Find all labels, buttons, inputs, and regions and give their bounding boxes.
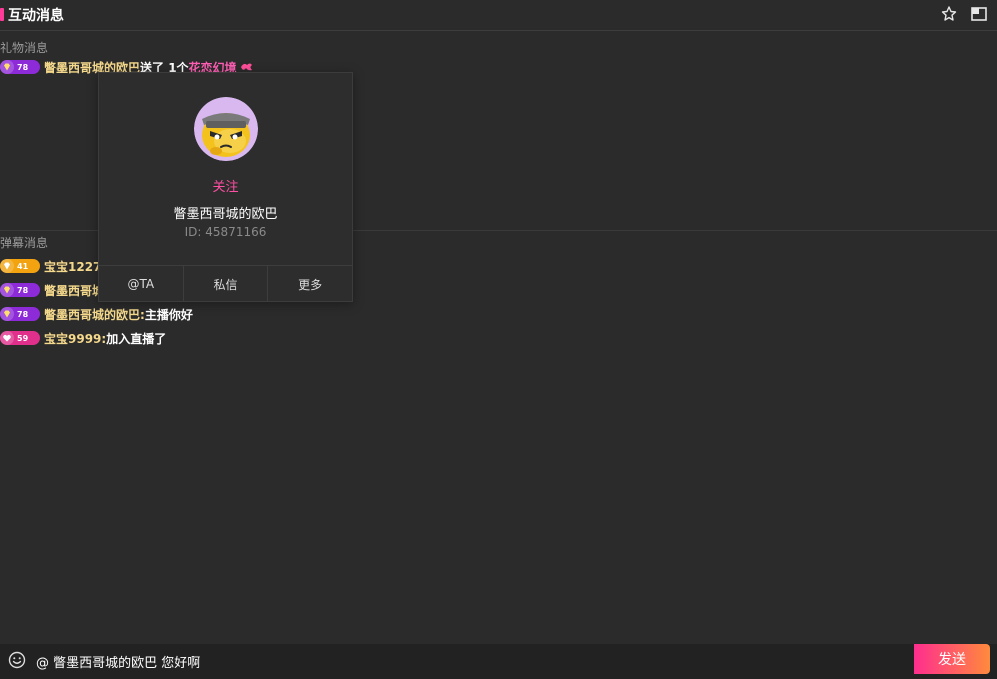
diamond-icon <box>0 259 14 273</box>
danmu-message: 78 瞥墨西哥城 <box>0 281 104 299</box>
chat-input-bar: 发送 <box>0 644 997 679</box>
more-button[interactable]: 更多 <box>267 266 352 302</box>
level-number: 41 <box>17 261 29 271</box>
diamond-icon <box>0 60 14 74</box>
level-number: 78 <box>17 285 29 295</box>
mention-button[interactable]: @TA <box>99 266 183 302</box>
diamond-icon <box>0 283 14 297</box>
danmu-section-label: 弹幕消息 <box>0 236 49 250</box>
level-number: 59 <box>17 333 29 343</box>
message-username[interactable]: 宝宝1227 <box>44 258 101 275</box>
level-badge: 78 <box>0 283 40 297</box>
danmu-message: 59 宝宝9999: 加入直播了 <box>0 329 166 347</box>
message-text: 加入直播了 <box>106 331 167 346</box>
title-accent-bar <box>0 8 4 21</box>
panel-header: 互动消息 <box>0 0 997 31</box>
danmu-message: 41 宝宝1227 <box>0 257 101 275</box>
private-message-button[interactable]: 私信 <box>182 266 268 302</box>
level-number: 78 <box>17 309 29 319</box>
chat-input[interactable] <box>34 649 908 673</box>
profile-id: ID: 45871166 <box>184 225 267 239</box>
heart-icon <box>0 331 14 345</box>
level-number: 78 <box>17 62 29 72</box>
message-text: 主播你好 <box>144 307 193 322</box>
danmu-message: 78 瞥墨西哥城的欧巴: 主播你好 <box>0 305 193 323</box>
avatar[interactable] <box>194 97 258 161</box>
message-username[interactable]: 宝宝9999: <box>44 330 106 347</box>
level-badge: 41 <box>0 259 40 273</box>
panel-title: 互动消息 <box>8 8 64 24</box>
send-button[interactable]: 发送 <box>914 644 990 674</box>
user-profile-popup: 关注 瞥墨西哥城的欧巴 ID: 45871166 @TA 私信 更多 <box>98 72 353 302</box>
window-icon[interactable] <box>970 5 988 23</box>
diamond-icon <box>0 307 14 321</box>
emoji-icon[interactable] <box>7 650 27 670</box>
message-username[interactable]: 瞥墨西哥城的欧巴: <box>44 306 145 323</box>
pin-icon[interactable] <box>940 5 958 23</box>
message-username[interactable]: 瞥墨西哥城 <box>44 282 104 299</box>
gift-section-label: 礼物消息 <box>0 41 49 55</box>
level-badge: 59 <box>0 331 40 345</box>
profile-name: 瞥墨西哥城的欧巴 <box>173 207 278 222</box>
level-badge: 78 <box>0 60 40 74</box>
follow-button[interactable]: 关注 <box>99 176 352 195</box>
level-badge: 78 <box>0 307 40 321</box>
profile-actions: @TA 私信 更多 <box>99 265 352 302</box>
